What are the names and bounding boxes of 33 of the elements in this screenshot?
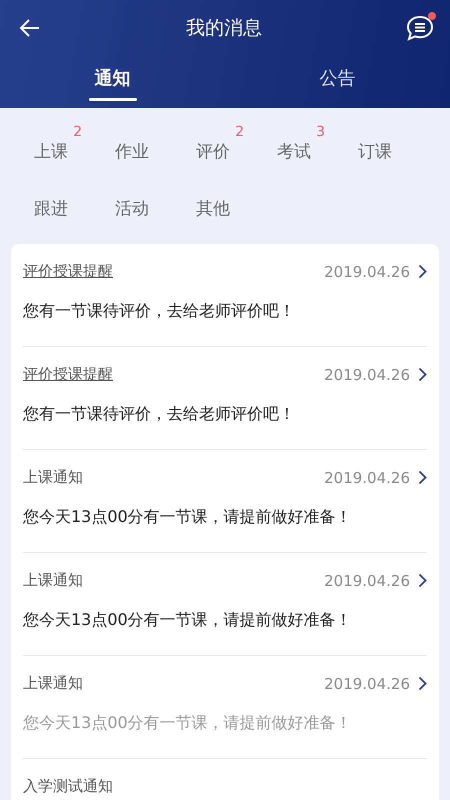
category-filter[interactable]: 活动 (101, 185, 151, 222)
category-filter[interactable]: 作业 (101, 128, 151, 165)
message-title[interactable]: 上课通知 (23, 571, 83, 590)
tab[interactable]: 通知 (0, 56, 225, 108)
message-date: 2019.04.26 (324, 674, 410, 692)
message-date: 2019.04.26 (324, 262, 410, 280)
count-label: 2 (73, 124, 82, 140)
count-label: 2 (235, 124, 244, 140)
message-title[interactable]: 入学测试通知 (23, 777, 113, 796)
message-text: 您有一节课待评价，去给老师评价吧！ (23, 404, 296, 425)
category-filter[interactable]: 其他 (182, 185, 232, 222)
category-filter[interactable]: 订课 (344, 128, 394, 165)
message-text: 您有一节课待评价，去给老师评价吧！ (23, 301, 296, 322)
message-text: 您今天13点00分有一节课，请提前做好准备！ (23, 610, 353, 631)
page-title: 我的消息 (186, 16, 262, 41)
chevron-right-icon[interactable] (418, 367, 427, 382)
message-title[interactable]: 评价授课提醒 (23, 365, 113, 384)
message-text: 您今天13点00分有一节课，请提前做好准备！ (23, 713, 353, 734)
chat-bubble-icon[interactable] (406, 15, 434, 41)
chevron-right-icon[interactable] (418, 264, 427, 279)
message-title[interactable]: 上课通知 (23, 674, 83, 693)
chevron-right-icon[interactable] (418, 573, 427, 588)
count-label: 3 (316, 124, 325, 140)
message-date: 2019.04.26 (324, 366, 410, 384)
message-date: 2019.04.26 (324, 468, 410, 486)
chevron-right-icon[interactable] (418, 676, 427, 691)
message-title[interactable]: 评价授课提醒 (23, 262, 113, 281)
tab[interactable]: 公告 (225, 56, 450, 108)
message-title[interactable]: 上课通知 (23, 468, 83, 487)
category-filter[interactable]: 跟进 (20, 185, 70, 222)
message-date: 2019.04.26 (324, 572, 410, 590)
chevron-right-icon[interactable] (418, 470, 427, 485)
message-text: 您今天13点00分有一节课，请提前做好准备！ (23, 507, 353, 528)
